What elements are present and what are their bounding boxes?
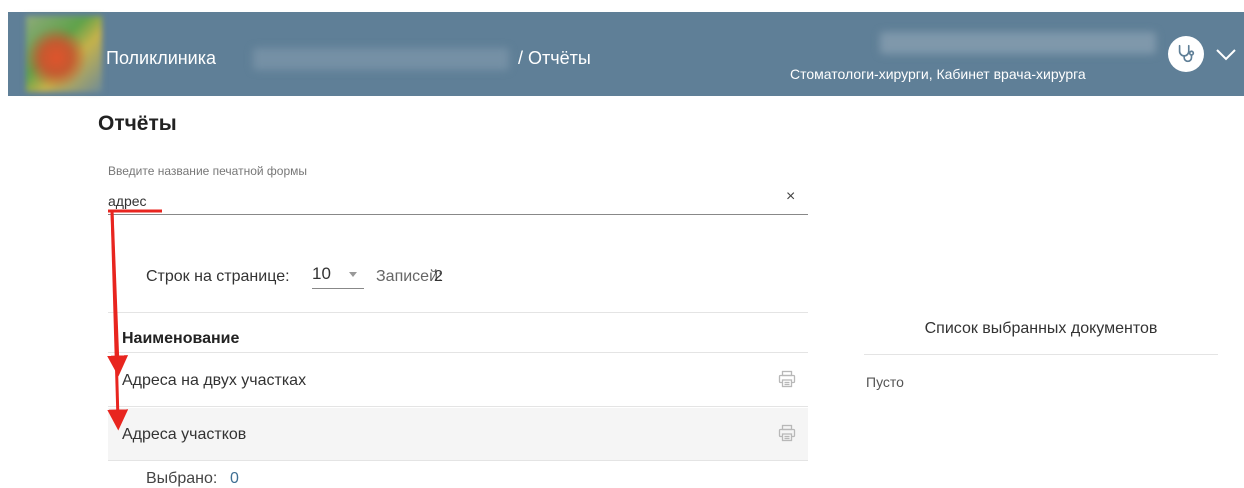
selected-count: 0 [230, 470, 239, 487]
clear-search-icon[interactable]: × [786, 188, 795, 206]
department-label: Стоматологи-хирурги, Кабинет врача-хирур… [790, 66, 1086, 82]
clinic-name-redacted [253, 48, 509, 70]
selected-docs-empty: Пусто [866, 374, 904, 390]
table-row[interactable]: Адреса на двух участках [108, 354, 808, 406]
app-logo [26, 16, 102, 92]
selected-docs-divider [864, 354, 1218, 355]
table-top-divider [108, 312, 808, 313]
user-name-redacted [880, 32, 1156, 54]
table-row[interactable]: Адреса участков [108, 408, 808, 460]
row-divider [108, 460, 808, 461]
app-header: Поликлиника / Отчёты Стоматологи-хирурги… [8, 12, 1244, 96]
search-label: Введите название печатной формы [108, 164, 308, 178]
printer-icon[interactable] [778, 370, 796, 388]
selected-count-label: Выбрано: [146, 470, 218, 487]
column-header-name: Наименование [122, 330, 240, 347]
user-avatar[interactable] [1168, 36, 1204, 72]
stethoscope-icon [1178, 44, 1195, 63]
row-label: Адреса на двух участках [122, 372, 307, 389]
table-header-divider [108, 352, 808, 353]
rows-per-page-value: 10 [312, 264, 331, 283]
rows-per-page-label: Строк на странице: [146, 268, 290, 285]
printer-icon[interactable] [778, 424, 796, 442]
row-label: Адреса участков [122, 426, 247, 443]
records-count: 2 [434, 268, 443, 285]
breadcrumb[interactable]: / Отчёты [518, 48, 591, 69]
chevron-down-icon[interactable] [1214, 44, 1238, 64]
records-label: Записей: [376, 268, 443, 285]
dropdown-arrow-icon [349, 272, 357, 277]
clinic-label: Поликлиника [106, 48, 217, 68]
page-title: Отчёты [98, 112, 177, 135]
row-divider [108, 406, 808, 407]
rows-per-page-select[interactable]: 10 [312, 262, 364, 289]
annotation-arrow [107, 210, 129, 377]
search-input[interactable] [108, 188, 808, 215]
selected-docs-title: Список выбранных документов [924, 320, 1158, 337]
